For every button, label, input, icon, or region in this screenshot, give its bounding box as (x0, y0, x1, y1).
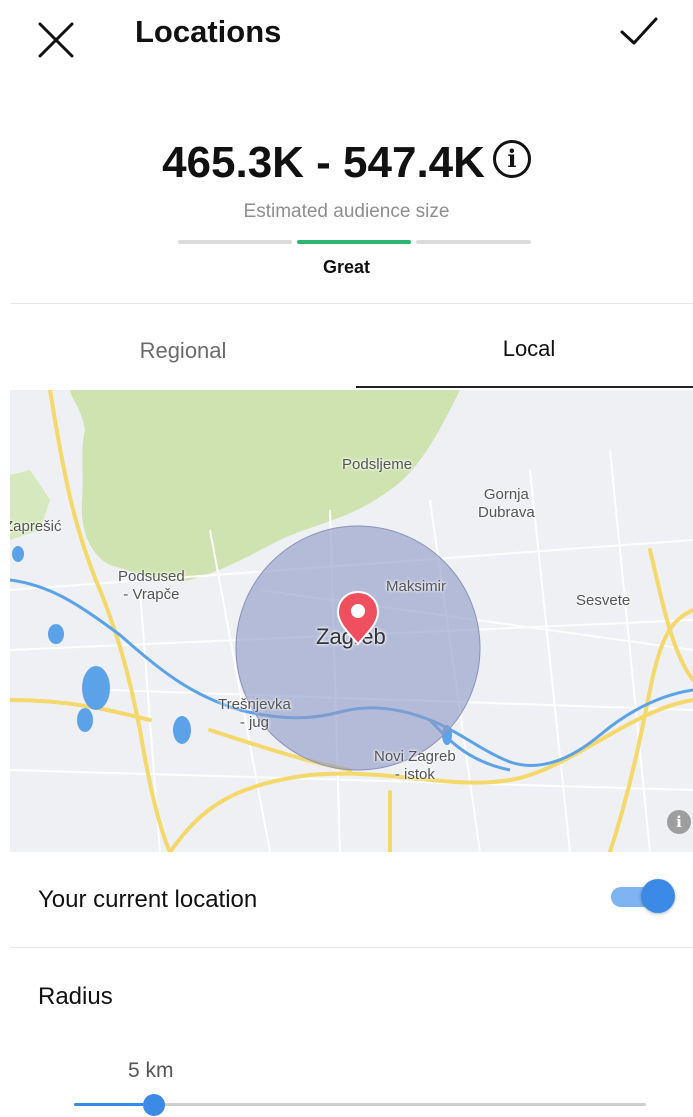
map[interactable]: Podsljeme Gornja Dubrava Zaprešić Podsus… (10, 390, 693, 852)
tab-local[interactable]: Local (356, 330, 693, 388)
map-label-tresnjevka: Trešnjevka - jug (218, 696, 291, 731)
radius-slider[interactable] (74, 1092, 650, 1117)
map-label-gornja-dubrava: Gornja Dubrava (478, 486, 535, 521)
audience-range-text: 465.3K - 547.4K (162, 138, 485, 188)
map-label-sesvete: Sesvete (576, 592, 631, 609)
close-icon (38, 22, 74, 58)
toggle-knob (641, 879, 675, 913)
locations-screen: Locations 465.3K - 547.4K i Estimated aud… (0, 0, 693, 1117)
audience-size-range: 465.3K - 547.4K i (0, 136, 693, 188)
map-label-maksimir: Maksimir (386, 578, 446, 595)
current-location-toggle[interactable] (611, 879, 677, 913)
audience-meter-segment-2 (297, 240, 411, 244)
close-button[interactable] (34, 14, 78, 58)
divider (10, 947, 693, 948)
map-pin-icon (336, 590, 380, 646)
audience-meter-segment-1 (178, 240, 292, 244)
slider-thumb[interactable] (143, 1094, 165, 1116)
confirm-button[interactable] (614, 10, 662, 54)
map-label-podsljeme: Podsljeme (342, 456, 413, 473)
audience-meter-segment-3 (416, 240, 531, 244)
divider (10, 303, 693, 304)
header: Locations (0, 0, 693, 70)
radius-value: 5 km (128, 1059, 174, 1082)
map-label-zapresic: Zaprešić (10, 518, 62, 535)
map-label-novi-zagreb: Novi Zagreb - istok (374, 748, 456, 783)
audience-quality: Great (322, 257, 371, 277)
audience-size-label: Estimated audience size (243, 201, 450, 222)
page-title: Locations (135, 14, 282, 49)
map-label-podsused: Podsused - Vrapče (118, 568, 185, 603)
current-location-label: Your current location (38, 886, 258, 913)
checkmark-icon (620, 17, 658, 45)
tab-selected-indicator (356, 386, 693, 388)
map-info-icon[interactable]: i (667, 810, 691, 834)
slider-fill (74, 1103, 154, 1106)
tab-regional[interactable]: Regional (10, 330, 356, 388)
radius-label: Radius (38, 983, 113, 1010)
info-icon[interactable]: i (492, 140, 531, 179)
